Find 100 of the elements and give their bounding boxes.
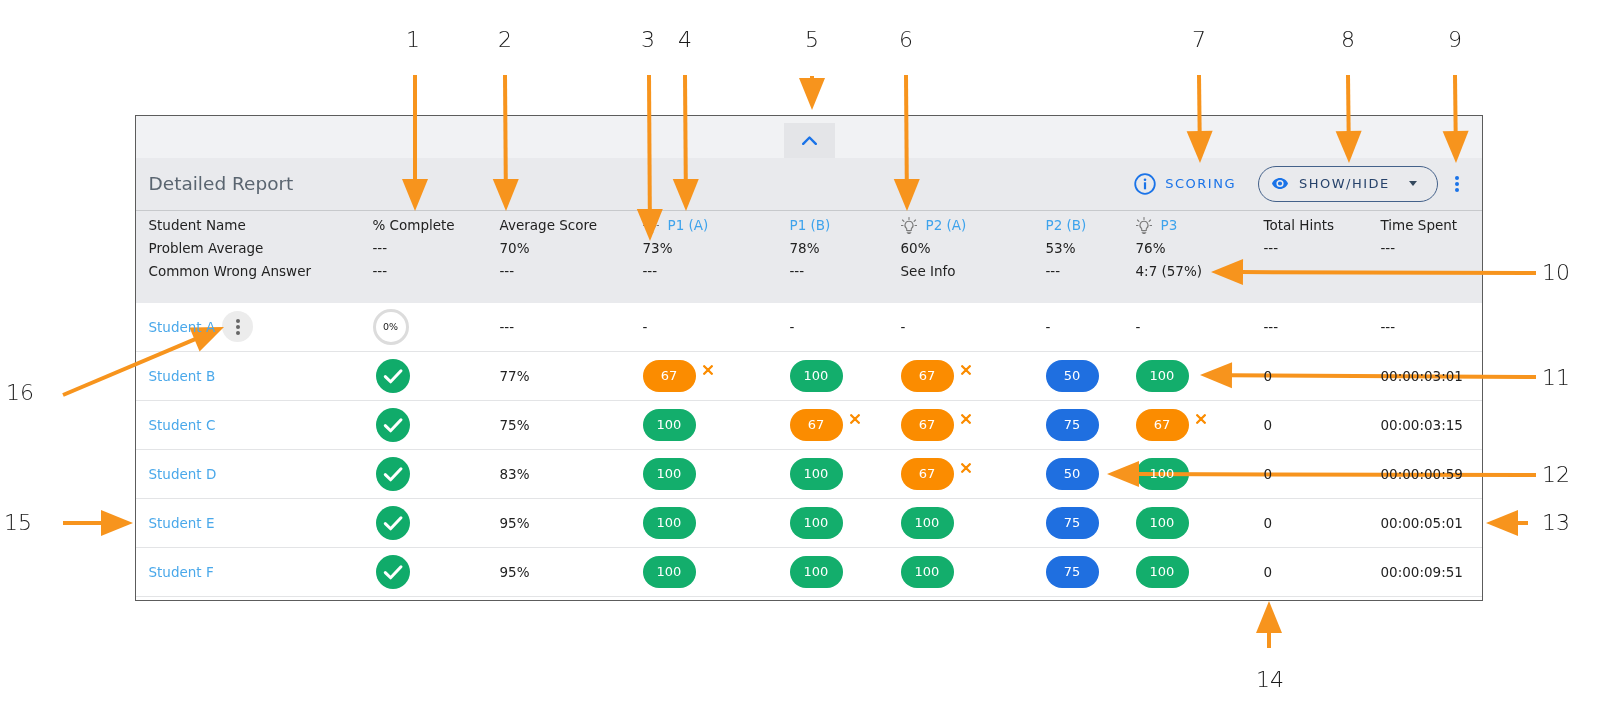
callout-number: 10 bbox=[1542, 262, 1570, 284]
score-pill[interactable]: 67 bbox=[900, 359, 954, 392]
table-cell-text: 00:00:03:15 bbox=[1380, 416, 1464, 433]
score-pill[interactable]: 67 bbox=[900, 408, 954, 441]
annotation-arrow bbox=[1256, 601, 1282, 648]
student-link[interactable]: Student B bbox=[148, 367, 216, 384]
annotation-arrow bbox=[63, 510, 133, 536]
callout-number: 2 bbox=[498, 29, 512, 51]
callout-number: 4 bbox=[678, 29, 692, 51]
table-cell-text: 77% bbox=[499, 367, 531, 384]
table-cell-text: 75% bbox=[499, 416, 531, 433]
check-circle-icon bbox=[375, 505, 410, 540]
problem-link[interactable]: P1 (A) bbox=[667, 217, 709, 233]
check-circle-icon bbox=[375, 407, 410, 442]
wrong-answer-value: 4:7 (57%) bbox=[1135, 261, 1204, 281]
score-pill[interactable]: 100 bbox=[1135, 506, 1189, 539]
table-cell: - bbox=[789, 318, 795, 335]
problem-link[interactable]: P3 bbox=[1160, 217, 1178, 233]
more-icon[interactable] bbox=[1455, 175, 1459, 192]
score-pill[interactable]: 100 bbox=[642, 555, 696, 588]
table-cell-text: --- bbox=[1380, 318, 1397, 335]
student-link[interactable]: Student D bbox=[148, 465, 217, 482]
score-pill[interactable]: 100 bbox=[1135, 555, 1189, 588]
table-cell-text: --- bbox=[1263, 318, 1280, 335]
callout-number: 5 bbox=[805, 29, 819, 51]
column-header: Total Hints bbox=[1263, 215, 1336, 235]
callout-number: 13 bbox=[1542, 512, 1570, 534]
average-value: --- bbox=[1263, 238, 1280, 258]
scoring-button[interactable]: SCORING bbox=[1134, 172, 1236, 195]
check-circle-icon bbox=[375, 358, 410, 393]
callout-number: 7 bbox=[1192, 29, 1206, 51]
table-cell-text: 00:00:05:01 bbox=[1380, 514, 1464, 531]
problem-link[interactable]: P2 (A) bbox=[925, 217, 967, 233]
score-pill[interactable]: 67 bbox=[642, 359, 696, 392]
table-cell-text: 0 bbox=[1263, 563, 1274, 580]
table-cell-text: 00:00:09:51 bbox=[1380, 563, 1464, 580]
eye-icon bbox=[1272, 178, 1288, 189]
progress-ring bbox=[372, 308, 409, 345]
table-cell-text: 00:00:03:01 bbox=[1380, 367, 1464, 384]
student-link[interactable]: Student C bbox=[148, 416, 216, 433]
column-header: % Complete bbox=[372, 215, 456, 235]
callout-number: 3 bbox=[641, 29, 655, 51]
score-pill[interactable]: 67 bbox=[900, 457, 954, 490]
check-circle-icon bbox=[375, 456, 410, 491]
student-link[interactable]: Student F bbox=[148, 563, 214, 580]
score-pill[interactable]: 75 bbox=[1045, 408, 1099, 441]
score-pill[interactable]: 100 bbox=[642, 506, 696, 539]
callout-number: 6 bbox=[899, 29, 913, 51]
wrong-answer-value: --- bbox=[499, 261, 516, 281]
score-pill[interactable]: 100 bbox=[642, 457, 696, 490]
score-pill[interactable]: 100 bbox=[1135, 359, 1189, 392]
table-cell-text: 0 bbox=[1263, 416, 1274, 433]
chevron-up-icon bbox=[801, 135, 817, 145]
callout-number: 16 bbox=[6, 382, 34, 404]
wrong-answer-value: --- bbox=[642, 261, 659, 281]
average-value: 73% bbox=[642, 238, 674, 258]
score-pill[interactable]: 100 bbox=[789, 457, 843, 490]
problem-link[interactable]: P2 (B) bbox=[1045, 217, 1087, 233]
average-value: 60% bbox=[900, 238, 932, 258]
more-button[interactable] bbox=[222, 311, 254, 342]
column-header: Time Spent bbox=[1380, 215, 1459, 235]
problem-link[interactable]: P1 (B) bbox=[789, 217, 831, 233]
wrong-answer-value: See Info bbox=[900, 261, 957, 281]
table-cell: - bbox=[1135, 318, 1141, 335]
score-pill[interactable]: 75 bbox=[1045, 555, 1099, 588]
score-pill[interactable]: 100 bbox=[900, 506, 954, 539]
collapse-button[interactable] bbox=[783, 122, 835, 158]
wrong-answer-value: --- bbox=[1045, 261, 1062, 281]
average-value: --- bbox=[1380, 238, 1397, 258]
caret-icon bbox=[1409, 181, 1417, 186]
score-pill[interactable]: 75 bbox=[1045, 506, 1099, 539]
student-link[interactable]: Student E bbox=[148, 514, 215, 531]
score-pill[interactable]: 50 bbox=[1045, 457, 1099, 490]
table-cell-text: 83% bbox=[499, 465, 531, 482]
score-pill[interactable]: 100 bbox=[789, 555, 843, 588]
table-cell-text: 95% bbox=[499, 563, 531, 580]
callout-number: 8 bbox=[1341, 29, 1355, 51]
table-cell-text: 00:00:00:59 bbox=[1380, 465, 1464, 482]
info-icon bbox=[1134, 172, 1157, 195]
table-cell-text: --- bbox=[499, 318, 516, 335]
score-pill[interactable]: 100 bbox=[789, 506, 843, 539]
annotation-arrow bbox=[799, 76, 825, 110]
table-cell: - bbox=[642, 318, 648, 335]
score-pill[interactable]: 100 bbox=[900, 555, 954, 588]
annotation-arrow bbox=[1486, 510, 1528, 536]
row-label: Problem Average bbox=[148, 238, 265, 258]
callout-number: 1 bbox=[406, 29, 420, 51]
score-pill[interactable]: 100 bbox=[789, 359, 843, 392]
more-icon bbox=[235, 318, 240, 335]
score-pill[interactable]: 67 bbox=[1135, 408, 1189, 441]
wrong-answer-value: --- bbox=[372, 261, 389, 281]
check-circle-icon bbox=[375, 554, 410, 589]
table-cell-text: 0 bbox=[1263, 367, 1274, 384]
table-cell-text: 0 bbox=[1263, 514, 1274, 531]
average-value: 53% bbox=[1045, 238, 1077, 258]
table-cell-text: 0 bbox=[1263, 465, 1274, 482]
score-pill[interactable]: 50 bbox=[1045, 359, 1099, 392]
score-pill[interactable]: 100 bbox=[642, 408, 696, 441]
score-pill[interactable]: 67 bbox=[789, 408, 843, 441]
average-value: 78% bbox=[789, 238, 821, 258]
